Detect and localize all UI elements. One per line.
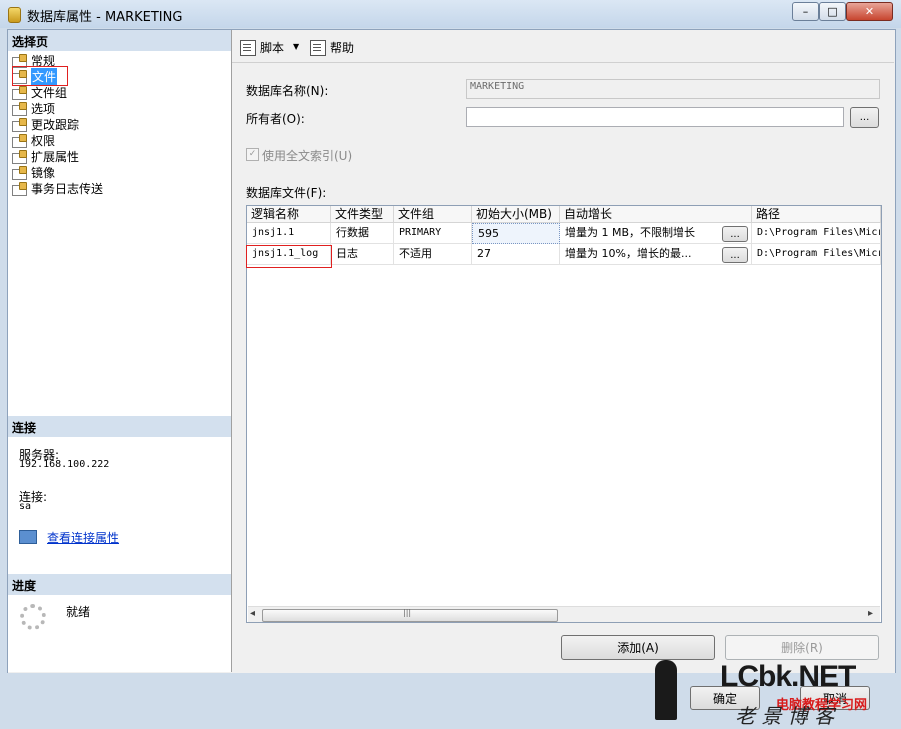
- database-icon: [8, 7, 21, 23]
- page-icon: [12, 166, 27, 180]
- page-item-change-tracking[interactable]: 更改跟踪: [12, 116, 79, 132]
- fulltext-checkbox[interactable]: ✓: [246, 148, 259, 161]
- column-header-path[interactable]: 路径: [752, 206, 881, 223]
- remove-button[interactable]: 删除(R): [725, 635, 879, 660]
- row2-autogrowth-browse-button[interactable]: ...: [722, 247, 748, 263]
- page-item-permissions[interactable]: 权限: [12, 132, 55, 148]
- scroll-right-arrow-icon[interactable]: ▸: [868, 608, 873, 619]
- page-icon: [12, 134, 27, 148]
- script-icon: [240, 39, 256, 56]
- owner-label: 所有者(O):: [246, 112, 305, 126]
- scroll-left-arrow-icon[interactable]: ◂: [250, 608, 255, 619]
- files-grid: 逻辑名称 文件类型 文件组 初始大小(MB) 自动增长 路径 jnsj1.1 行…: [246, 205, 882, 623]
- page-icon: [12, 118, 27, 132]
- column-header-file-type[interactable]: 文件类型: [331, 206, 394, 223]
- page-item-mirroring[interactable]: 镜像: [12, 164, 55, 180]
- watermark-brand: LCbk.NET: [720, 660, 856, 693]
- progress-spinner-icon: [20, 604, 46, 630]
- connection-value: sa: [19, 501, 32, 512]
- minimize-button[interactable]: –: [792, 2, 819, 21]
- db-files-label: 数据库文件(F):: [246, 186, 327, 200]
- db-name-field[interactable]: MARKETING: [466, 79, 880, 99]
- progress-header: 进度: [8, 574, 231, 595]
- close-button[interactable]: ✕: [846, 2, 893, 21]
- help-icon: [310, 39, 326, 56]
- row1-autogrowth-browse-button[interactable]: ...: [722, 226, 748, 242]
- horizontal-scrollbar[interactable]: ◂ ||| ▸: [248, 606, 880, 622]
- page-icon: [12, 102, 27, 116]
- page-item-log-shipping[interactable]: 事务日志传送: [12, 180, 103, 196]
- row1-file-type[interactable]: 行数据: [331, 223, 394, 244]
- row2-file-type[interactable]: 日志: [331, 244, 394, 265]
- db-name-label: 数据库名称(N):: [246, 84, 329, 98]
- page-icon: [12, 86, 27, 100]
- select-page-header: 选择页: [8, 30, 231, 51]
- connection-header: 连接: [8, 416, 231, 437]
- selection-highlight-box: [12, 66, 68, 86]
- page-icon: [12, 150, 27, 164]
- scroll-thumb[interactable]: |||: [262, 608, 558, 622]
- scroll-grip-icon: |||: [403, 608, 412, 617]
- view-connection-properties-link[interactable]: 查看连接属性: [47, 529, 119, 546]
- help-button[interactable]: 帮助: [310, 39, 354, 56]
- page-icon: [12, 182, 27, 196]
- page-icon: [12, 54, 27, 68]
- script-dropdown-arrow[interactable]: ▼: [293, 42, 299, 51]
- window-title: 数据库属性 - MARKETING: [27, 10, 183, 25]
- progress-status: 就绪: [66, 605, 91, 619]
- page-item-filegroups[interactable]: 文件组: [12, 84, 67, 100]
- script-button[interactable]: 脚本: [240, 39, 284, 56]
- fulltext-label: 使用全文索引(U): [262, 149, 353, 163]
- connection-properties-icon: [19, 530, 37, 544]
- maximize-button[interactable]: □: [819, 2, 846, 21]
- row1-filegroup[interactable]: PRIMARY: [394, 223, 472, 244]
- row1-initial-size[interactable]: 595: [472, 223, 560, 244]
- watermark-tagline: 老 景 博 客: [735, 704, 835, 728]
- column-header-logical-name[interactable]: 逻辑名称: [247, 206, 331, 223]
- owner-field[interactable]: [466, 107, 844, 127]
- column-header-initial-size[interactable]: 初始大小(MB): [472, 206, 560, 223]
- row1-path[interactable]: D:\Program Files\Micr: [752, 223, 881, 244]
- row1-logical-name[interactable]: jnsj1.1: [247, 223, 331, 244]
- row2-initial-size[interactable]: 27: [472, 244, 560, 265]
- column-header-autogrowth[interactable]: 自动增长: [560, 206, 752, 223]
- server-value: 192.168.100.222: [19, 459, 110, 470]
- page-item-options[interactable]: 选项: [12, 100, 55, 116]
- watermark-figure-icon: [655, 660, 677, 720]
- column-header-filegroup[interactable]: 文件组: [394, 206, 472, 223]
- logical-name-highlight-box: [246, 245, 332, 268]
- add-button[interactable]: 添加(A): [561, 635, 715, 660]
- owner-browse-button[interactable]: ...: [850, 107, 879, 128]
- row2-filegroup[interactable]: 不适用: [394, 244, 472, 265]
- row2-path[interactable]: D:\Program Files\Micr: [752, 244, 881, 265]
- page-item-extended-properties[interactable]: 扩展属性: [12, 148, 79, 164]
